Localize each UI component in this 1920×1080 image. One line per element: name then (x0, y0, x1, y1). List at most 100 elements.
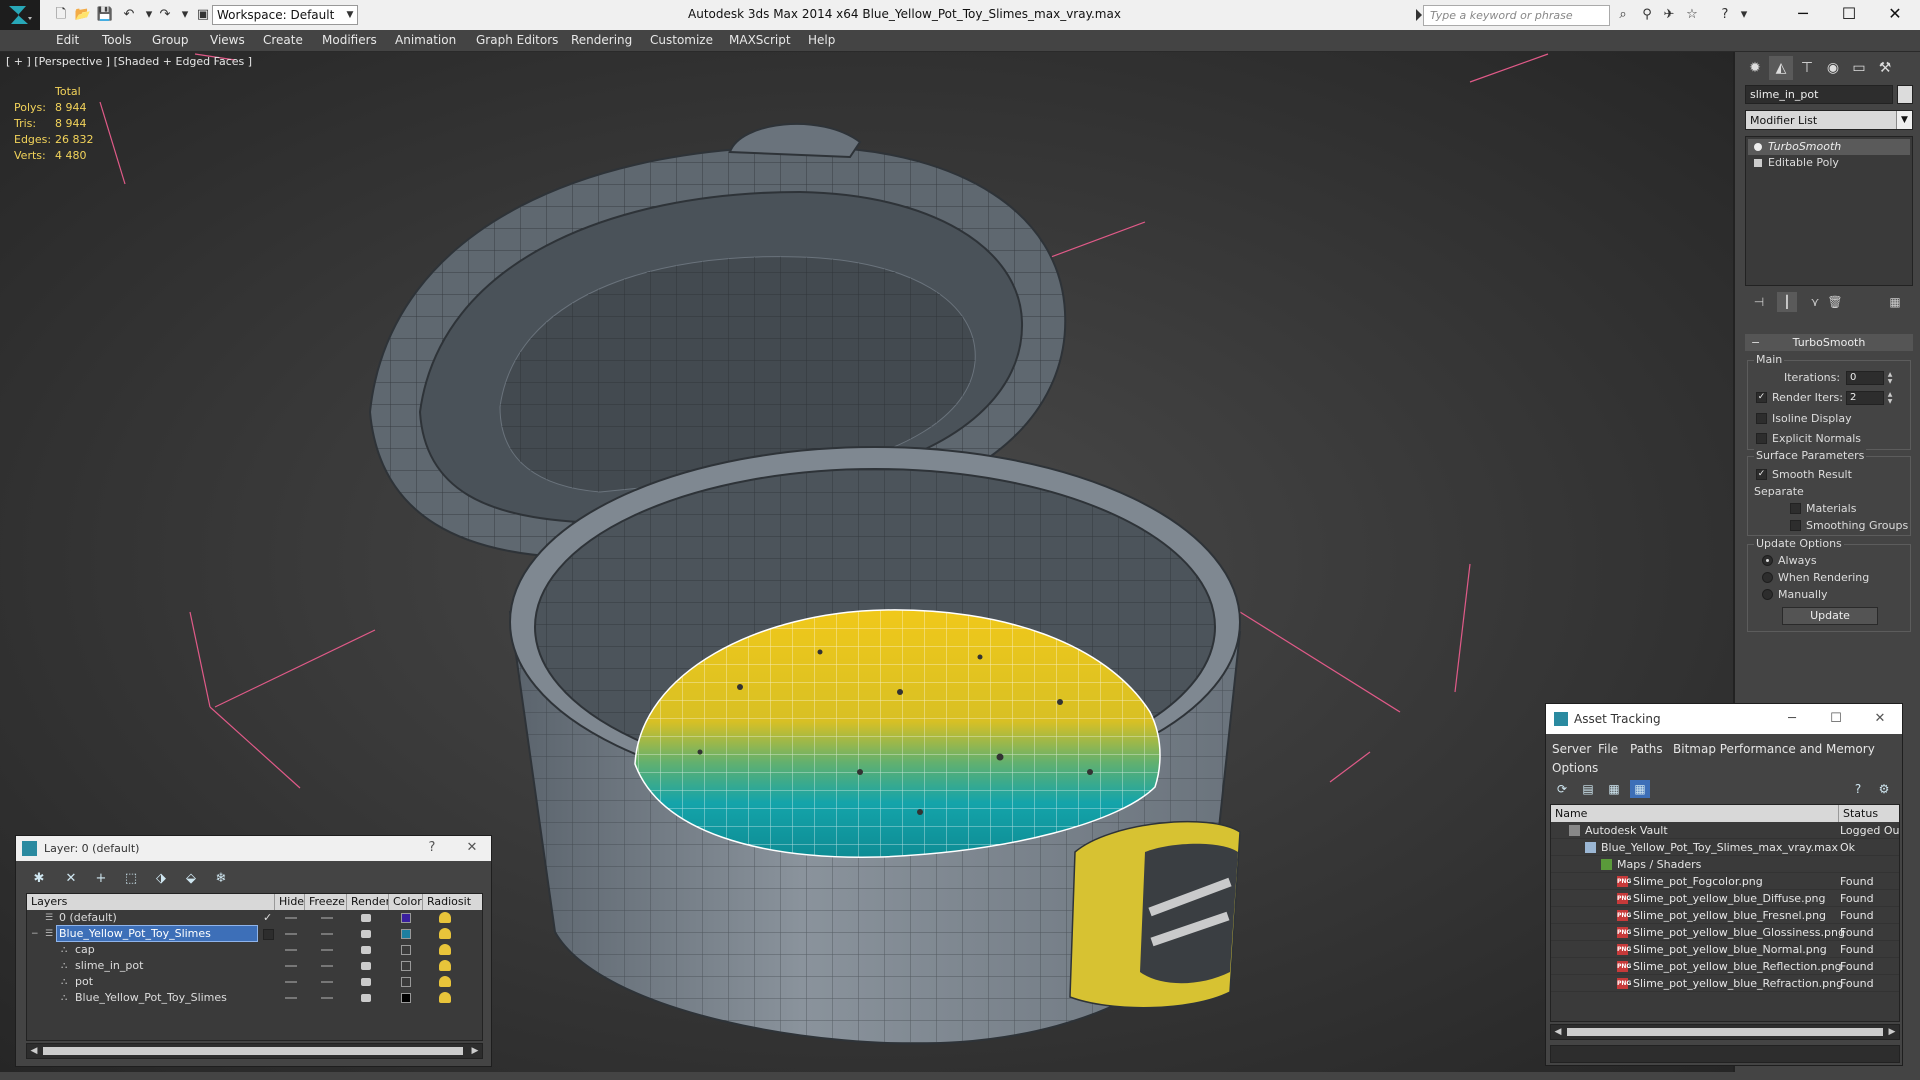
search-input[interactable]: Type a keyword or phrase (1423, 5, 1610, 26)
render-teapot-icon[interactable] (361, 962, 371, 970)
stack-item-editable-poly[interactable]: Editable Poly (1748, 155, 1910, 171)
close-icon[interactable]: ✕ (462, 839, 482, 857)
freeze-all-icon[interactable]: ❄ (210, 870, 232, 888)
tree-view-icon[interactable]: ▦ (1604, 780, 1624, 798)
object-name[interactable]: slime_in_pot (73, 958, 143, 973)
object-name[interactable]: Blue_Yellow_Pot_Toy_Slimes (73, 990, 227, 1005)
hide-toggle[interactable] (285, 933, 297, 935)
make-unique-icon[interactable]: ⋎ (1805, 292, 1825, 312)
minimize-icon[interactable]: ─ (1782, 710, 1802, 728)
object-name-field[interactable]: slime_in_pot (1745, 85, 1893, 104)
smoothing-groups-checkbox[interactable] (1790, 520, 1801, 531)
help-icon[interactable]: ? (422, 839, 442, 857)
minimize-icon[interactable]: ─ (1780, 0, 1826, 30)
active-layer-check-icon[interactable]: ✓ (263, 910, 272, 926)
rollout-header[interactable]: − TurboSmooth (1745, 334, 1913, 351)
create-layer-icon[interactable]: ✱ (28, 870, 50, 888)
layer-name[interactable]: 0 (default) (57, 910, 117, 925)
radiosity-icon[interactable] (439, 992, 451, 1003)
explicit-normals-checkbox[interactable] (1756, 433, 1767, 444)
hide-toggle[interactable] (285, 981, 297, 983)
menu-help[interactable]: Help (808, 33, 835, 47)
menu-animation[interactable]: Animation (395, 33, 456, 47)
hide-toggle[interactable] (285, 917, 297, 919)
freeze-toggle[interactable] (321, 933, 333, 935)
asset-row[interactable]: PNG Slime_pot_yellow_blue_Refraction.png… (1551, 975, 1899, 992)
remove-modifier-icon[interactable]: 🗑 (1825, 292, 1845, 312)
horizontal-scrollbar[interactable]: ◀ ▶ (1550, 1024, 1900, 1040)
asset-row[interactable]: Autodesk Vault Logged Ou (1551, 822, 1899, 839)
project-folder-icon[interactable]: ▣ (194, 6, 212, 24)
configure-sets-icon[interactable]: ▦ (1885, 292, 1905, 312)
collapse-icon[interactable]: − (1751, 334, 1760, 351)
stack-item-turbosmooth[interactable]: TurboSmooth (1748, 139, 1910, 155)
asset-row[interactable]: PNG Slime_pot_yellow_blue_Fresnel.png Fo… (1551, 907, 1899, 924)
menu-file[interactable]: File (1598, 742, 1618, 756)
object-color-swatch[interactable] (401, 945, 411, 955)
chevron-down-icon[interactable]: ▼ (344, 6, 356, 24)
column-header[interactable]: Render (347, 894, 389, 910)
binoculars-icon[interactable]: ⌕ (1614, 7, 1632, 23)
layer-row[interactable]: ⛬ cap (27, 942, 482, 958)
render-teapot-icon[interactable] (361, 978, 371, 986)
hide-all-icon[interactable]: ⬙ (180, 870, 202, 888)
scroll-left-icon[interactable]: ◀ (1551, 1025, 1565, 1039)
asset-row[interactable]: PNG Slime_pot_yellow_blue_Reflection.png… (1551, 958, 1899, 975)
delete-layer-icon[interactable]: ✕ (60, 870, 82, 888)
menu-options[interactable]: Options (1552, 761, 1598, 775)
column-header[interactable]: Color (389, 894, 423, 910)
menu-bitmap-performance[interactable]: Bitmap Performance and Memory (1673, 742, 1875, 756)
render-teapot-icon[interactable] (361, 946, 371, 954)
radiosity-icon[interactable] (439, 928, 451, 939)
render-iters-spinner[interactable]: 2 (1846, 391, 1884, 405)
freeze-toggle[interactable] (321, 997, 333, 999)
column-header[interactable]: Freeze (305, 894, 347, 910)
menu-paths[interactable]: Paths (1630, 742, 1663, 756)
column-header[interactable]: Radiosit (423, 894, 482, 910)
scroll-right-icon[interactable]: ▶ (468, 1044, 482, 1058)
highlight-layer-icon[interactable]: ⬗ (150, 870, 172, 888)
freeze-toggle[interactable] (321, 981, 333, 983)
spinner-arrows-icon[interactable]: ▲ ▼ (1886, 371, 1894, 385)
communication-icon[interactable]: ✈ (1660, 7, 1678, 23)
menu-group[interactable]: Group (152, 33, 189, 47)
open-file-icon[interactable]: 📂 (74, 6, 92, 24)
viewport-label[interactable]: [ + ] [Perspective ] [Shaded + Edged Fac… (6, 55, 252, 68)
save-file-icon[interactable]: 💾 (96, 6, 114, 24)
expand-icon[interactable] (1754, 159, 1762, 167)
dialog-title-bar[interactable]: Asset Tracking ─ ☐ ✕ (1546, 704, 1902, 734)
iterations-spinner[interactable]: 0 (1846, 371, 1884, 385)
modifier-list-dropdown[interactable]: Modifier List ▼ (1745, 110, 1913, 130)
menu-customize[interactable]: Customize (650, 33, 713, 47)
favorites-star-icon[interactable]: ☆ (1683, 7, 1701, 23)
asset-row[interactable]: Maps / Shaders (1551, 856, 1899, 873)
horizontal-scrollbar[interactable]: ◀ ▶ (26, 1043, 483, 1059)
menu-tools[interactable]: Tools (102, 33, 132, 47)
hide-toggle[interactable] (285, 949, 297, 951)
radiosity-icon[interactable] (439, 976, 451, 987)
scroll-left-icon[interactable]: ◀ (27, 1044, 41, 1058)
when-rendering-radio[interactable] (1762, 572, 1773, 583)
lightbulb-icon[interactable] (1754, 143, 1762, 151)
layer-row[interactable]: ⛬ Blue_Yellow_Pot_Toy_Slimes (27, 990, 482, 1006)
help-dropdown-icon[interactable]: ▾ (1735, 7, 1753, 23)
menu-edit[interactable]: Edit (56, 33, 79, 47)
materials-checkbox[interactable] (1790, 503, 1801, 514)
object-color-swatch[interactable] (1897, 85, 1913, 104)
menu-modifiers[interactable]: Modifiers (322, 33, 377, 47)
scrollbar-thumb[interactable] (43, 1047, 463, 1055)
asset-row[interactable]: PNG Slime_pot_yellow_blue_Normal.png Fou… (1551, 941, 1899, 958)
layer-name[interactable]: Blue_Yellow_Pot_Toy_Slimes (56, 925, 258, 942)
modify-tab-icon[interactable]: ◭ (1769, 56, 1793, 80)
show-end-result-icon[interactable]: ┃ (1777, 292, 1797, 312)
pin-stack-icon[interactable]: ⊣ (1749, 292, 1769, 312)
redo-dropdown-icon[interactable]: ▾ (176, 6, 194, 24)
render-teapot-icon[interactable] (361, 994, 371, 1002)
radiosity-icon[interactable] (439, 912, 451, 923)
smooth-result-checkbox[interactable]: ✓ (1756, 469, 1767, 480)
search-expand-icon[interactable] (1416, 9, 1422, 21)
new-file-icon[interactable]: 🗋 (52, 6, 70, 24)
menu-graph-editors[interactable]: Graph Editors (476, 33, 558, 47)
hide-toggle[interactable] (285, 965, 297, 967)
create-tab-icon[interactable]: ✹ (1743, 56, 1767, 80)
